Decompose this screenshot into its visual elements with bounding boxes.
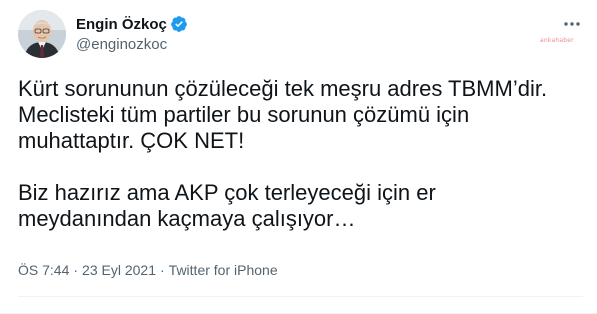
divider [18,296,583,297]
tweet-line: muhattaptır. ÇOK NET! [18,128,245,153]
meta-separator: · [73,262,79,278]
more-horizontal-icon[interactable] [561,16,583,32]
tweet-date: 23 Eyl 2021 [82,262,156,278]
tweet-line: Meclisteki tüm partiler bu sorunun çözüm… [18,102,470,127]
tweet-line: Kürt sorununun çözüleceği tek meşru adre… [18,76,548,101]
tweet-line: meydanından kaçmaya çalışıyor… [18,206,356,231]
handle[interactable]: @enginozkoc [76,36,188,53]
tweet-source-link[interactable]: Twitter for iPhone [169,262,278,278]
verified-badge-icon [170,15,188,33]
avatar-photo [18,10,66,58]
tweet-time: ÖS 7:44 [18,262,70,278]
tweet-card: Engin Özkoç @enginozkoc ankahaber Kürt s… [0,0,597,314]
meta-separator: · [160,262,165,278]
tweet-meta: ÖS 7:44 · 23 Eyl 2021 · Twitter for iPhone [18,262,278,278]
display-name[interactable]: Engin Özkoç [76,16,167,33]
watermark: ankahaber [540,37,574,44]
tweet-text: Kürt sorununun çözüleceği tek meşru adre… [18,76,584,232]
name-row: Engin Özkoç [76,14,188,34]
tweet-timestamp-link[interactable]: ÖS 7:44 · 23 Eyl 2021 [18,262,156,278]
avatar[interactable] [18,10,66,58]
tweet-line: Biz hazırız ama AKP çok terleyeceği için… [18,180,436,205]
author-header: Engin Özkoç @enginozkoc [76,14,188,53]
